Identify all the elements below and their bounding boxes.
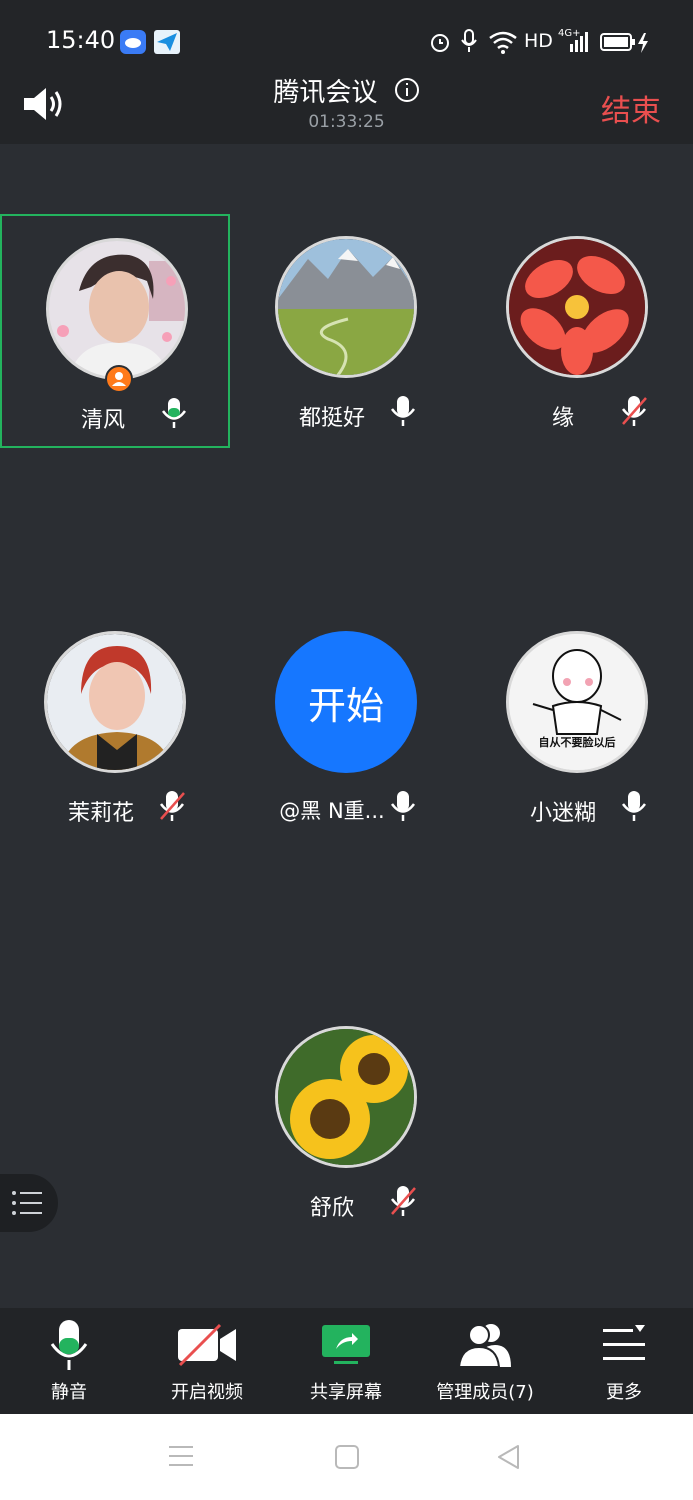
mic-on-icon xyxy=(389,394,417,428)
meeting-duration: 01:33:25 xyxy=(308,112,385,132)
meeting-header: 腾讯会议 01:33:25 结束 xyxy=(0,77,693,144)
hd-indicator: HD xyxy=(524,30,553,52)
end-meeting-button[interactable]: 结束 xyxy=(601,86,661,130)
mic-muted-icon xyxy=(620,394,648,428)
more-label: 更多 xyxy=(606,1382,642,1403)
participant-name: 茉莉花 xyxy=(67,801,134,826)
participant-tile[interactable]: 都挺好 xyxy=(231,214,461,448)
start-video-label: 开启视频 xyxy=(171,1382,243,1403)
mic-muted-icon xyxy=(389,1184,417,1218)
share-screen-button[interactable]: 共享屏幕 xyxy=(277,1308,415,1414)
avatar xyxy=(506,236,648,378)
avatar xyxy=(275,1026,417,1168)
signal-icon: 4G+ xyxy=(558,28,592,54)
manage-members-button[interactable]: 管理成员(7) xyxy=(415,1308,555,1414)
avatar-text: 开始 xyxy=(307,683,384,728)
participant-name: 都挺好 xyxy=(298,406,365,431)
battery-icon xyxy=(600,32,652,58)
microphone-icon xyxy=(0,1318,138,1372)
mic-on-icon xyxy=(389,789,417,823)
camera-off-icon xyxy=(138,1318,276,1372)
start-video-button[interactable]: 开启视频 xyxy=(138,1308,276,1414)
meeting-toolbar: 静音 开启视频 共享屏幕 管理成员(7) 更多 xyxy=(0,1308,693,1414)
alarm-icon xyxy=(428,30,452,58)
baidu-cloud-icon xyxy=(120,30,146,54)
list-icon xyxy=(12,1191,42,1215)
avatar xyxy=(275,236,417,378)
more-menu-icon xyxy=(555,1318,693,1372)
share-screen-icon xyxy=(277,1318,415,1372)
home-icon[interactable] xyxy=(334,1444,360,1474)
participant-name: 小迷糊 xyxy=(529,801,596,826)
mic-muted-icon xyxy=(158,789,186,823)
share-screen-label: 共享屏幕 xyxy=(310,1382,382,1403)
host-badge-icon xyxy=(105,365,133,393)
wifi-icon xyxy=(488,30,518,58)
meeting-title[interactable]: 腾讯会议 xyxy=(273,78,377,108)
participant-name: 缘 xyxy=(551,406,574,431)
mic-speaking-icon xyxy=(160,396,188,430)
network-type: 4G+ xyxy=(558,28,581,39)
members-icon xyxy=(415,1318,555,1372)
participant-tile[interactable]: 茉莉花 xyxy=(0,609,230,843)
participant-tile[interactable]: 自从不要脸以后 小迷糊 xyxy=(462,609,692,843)
microphone-status-icon xyxy=(460,28,478,58)
avatar: 开始 xyxy=(275,631,417,773)
system-nav-bar xyxy=(0,1414,693,1500)
manage-members-label: 管理成员(7) xyxy=(436,1382,534,1403)
participant-tile[interactable]: 开始 @黑 N重... xyxy=(231,609,461,843)
participant-grid: 清风 都挺好 缘 茉莉花 开始 @黑 N重... 自从不要脸以后 小迷糊 舒欣 xyxy=(0,144,693,1308)
participant-tile[interactable]: 舒欣 xyxy=(231,1004,461,1238)
avatar xyxy=(44,631,186,773)
participant-tile[interactable]: 清风 xyxy=(0,214,230,448)
mic-on-icon xyxy=(620,789,648,823)
avatar-caption: 自从不要脸以后 xyxy=(538,736,616,749)
more-button[interactable]: 更多 xyxy=(555,1308,693,1414)
avatar xyxy=(46,238,188,380)
participant-tile[interactable]: 缘 xyxy=(462,214,692,448)
recent-apps-icon[interactable] xyxy=(168,1444,194,1472)
avatar: 自从不要脸以后 xyxy=(506,631,648,773)
mute-label: 静音 xyxy=(51,1382,87,1403)
mute-button[interactable]: 静音 xyxy=(0,1308,138,1414)
paper-plane-app-icon xyxy=(154,30,180,54)
participant-name: 舒欣 xyxy=(309,1196,354,1221)
member-list-toggle[interactable] xyxy=(0,1174,58,1232)
status-bar: 15:40 HD 4G+ xyxy=(0,0,693,80)
back-icon[interactable] xyxy=(496,1444,522,1474)
status-time: 15:40 xyxy=(46,26,116,54)
participant-name: @黑 N重... xyxy=(279,799,385,823)
participant-name: 清风 xyxy=(80,408,125,433)
info-icon[interactable] xyxy=(394,77,420,110)
